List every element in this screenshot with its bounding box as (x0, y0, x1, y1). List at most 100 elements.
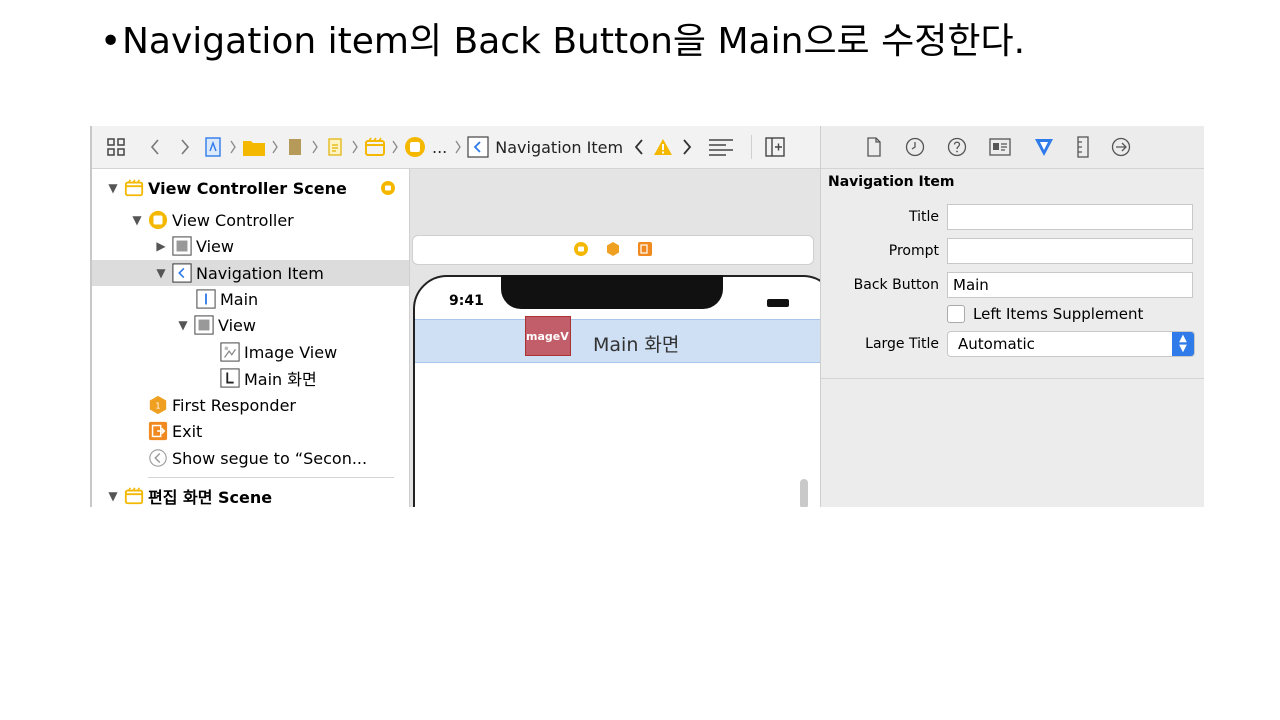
inspector-section-title: Navigation Item (828, 174, 955, 190)
forward-arrow-icon[interactable] (170, 126, 200, 168)
large-title-select[interactable]: Automatic ▲ ▼ (947, 331, 1195, 357)
project-file-icon[interactable] (200, 126, 226, 168)
outline-item-exit[interactable]: Exit (144, 418, 202, 444)
left-items-supplement-checkbox[interactable] (947, 305, 965, 323)
disclosure-triangle-expanded-icon[interactable]: ▼ (154, 266, 168, 280)
navigation-item-icon (172, 263, 192, 283)
outline-item-edit-screen-scene[interactable]: ▼ 편집 화면 Scene (106, 483, 272, 507)
first-responder-icon: 1 (148, 395, 168, 415)
outline-item-view[interactable]: ▼ View (176, 312, 256, 338)
document-outline: ▼ View Controller Scene ▼ View Controlle… (92, 169, 410, 507)
large-title-label: Large Title (865, 336, 939, 352)
outline-item-label: First Responder (172, 395, 296, 415)
add-editor-icon[interactable] (760, 126, 790, 168)
view-controller-icon[interactable] (402, 126, 428, 168)
related-items-icon[interactable] (92, 126, 140, 168)
view-icon (194, 315, 214, 335)
toolbar-separator (751, 135, 753, 159)
breadcrumb-chevron-icon (268, 126, 282, 168)
prompt-label: Prompt (888, 243, 939, 259)
prompt-field[interactable] (947, 238, 1193, 264)
image-view[interactable]: mageV (525, 316, 571, 356)
title-field[interactable] (947, 204, 1193, 230)
outline-item-navigation-item[interactable]: ▼ Navigation Item (92, 260, 409, 286)
outline-item-label: View Controller (172, 210, 294, 230)
slide-title-text: Navigation item의 Back Button을 Main으로 수정한… (122, 21, 1026, 62)
storyboard-file-icon[interactable] (322, 126, 348, 168)
quick-help-icon[interactable] (947, 137, 967, 157)
next-issue-icon[interactable] (675, 126, 699, 168)
scene-dock-status-icon (381, 180, 395, 199)
group-file-icon[interactable] (282, 126, 308, 168)
identity-inspector-icon[interactable] (989, 138, 1011, 156)
back-button-row: Back Button Main (821, 271, 1193, 299)
back-arrow-icon[interactable] (140, 126, 170, 168)
bar-button-item-icon (196, 289, 216, 309)
status-bar-time: 9:41 (449, 293, 484, 309)
size-inspector-icon[interactable] (1077, 136, 1089, 158)
outline-item-label: Main (220, 289, 259, 309)
title-row: Title (821, 203, 1193, 231)
outline-item-main-bar-button[interactable]: Main (192, 286, 258, 312)
outline-item-view-controller-scene[interactable]: ▼ View Controller Scene (106, 175, 347, 201)
canvas-scrollbar[interactable] (800, 479, 808, 507)
scene-icon (124, 178, 144, 198)
outline-item-label: View (218, 315, 256, 335)
label-icon (220, 368, 240, 388)
jump-bar: ... Navigation Item (92, 126, 820, 169)
outline-item-image-view[interactable]: Image View (216, 339, 337, 365)
inspector-divider (821, 378, 1204, 379)
outline-item-label: Image View (244, 342, 338, 362)
disclosure-triangle-expanded-icon[interactable]: ▼ (106, 181, 120, 195)
view-icon (172, 236, 192, 256)
navigation-bar[interactable]: mageV Main 화면 (415, 316, 835, 363)
outline-item-label: Exit (172, 421, 203, 441)
disclosure-triangle-collapsed-icon[interactable]: ▶ (154, 239, 168, 253)
battery-icon (767, 299, 789, 307)
breadcrumb-chevron-icon (451, 126, 465, 168)
connections-inspector-icon[interactable] (1111, 137, 1131, 157)
inspector-tabs (821, 126, 1204, 169)
back-button-field[interactable]: Main (947, 272, 1193, 298)
outline-item-label: Navigation Item (196, 263, 324, 283)
breadcrumb-current-item[interactable]: Navigation Item (491, 138, 627, 157)
warning-icon[interactable] (651, 126, 675, 168)
iphone-frame: 9:41 mageV Main 화면 (413, 275, 837, 507)
disclosure-triangle-expanded-icon[interactable]: ▼ (176, 318, 190, 332)
left-items-supplement-label[interactable]: Left Items Supplement (973, 305, 1143, 323)
first-responder-dock-icon[interactable] (606, 241, 620, 260)
back-button-label: Back Button (853, 277, 939, 293)
outline-item-show-segue[interactable]: Show segue to “Secon... (144, 445, 367, 471)
outline-item-label-main-screen[interactable]: Main 화면 (216, 365, 317, 391)
disclosure-triangle-expanded-icon[interactable]: ▼ (106, 489, 120, 503)
slide-title: •Navigation item의 Back Button을 Main으로 수정… (100, 18, 1025, 66)
exit-dock-icon[interactable] (638, 241, 652, 260)
storyboard-canvas[interactable]: 9:41 mageV Main 화면 (410, 169, 837, 507)
svg-text:1: 1 (155, 401, 160, 411)
history-inspector-icon[interactable] (905, 137, 925, 157)
title-label: Title (908, 209, 939, 225)
scene-dock (412, 235, 814, 265)
attributes-inspector-icon[interactable] (1033, 136, 1055, 158)
breadcrumb-ellipsis[interactable]: ... (428, 138, 451, 157)
exit-icon (148, 421, 168, 441)
outline-item-view[interactable]: ▶ View (154, 233, 234, 259)
outline-item-label: Show segue to “Secon... (172, 448, 368, 468)
editor-options-icon[interactable] (699, 126, 743, 168)
breadcrumb-chevron-icon (348, 126, 362, 168)
outline-item-view-controller[interactable]: ▼ View Controller (130, 207, 294, 233)
folder-icon[interactable] (240, 126, 268, 168)
file-inspector-icon[interactable] (865, 137, 883, 157)
phone-notch (501, 275, 723, 309)
outline-item-first-responder[interactable]: 1 First Responder (144, 392, 296, 418)
previous-issue-icon[interactable] (627, 126, 651, 168)
stepper-arrows-icon: ▲ ▼ (1172, 332, 1194, 356)
view-controller-dock-icon[interactable] (574, 241, 588, 260)
outline-item-label: 편집 화면 Scene (148, 488, 273, 507)
navigation-title-label[interactable]: Main 화면 (593, 330, 679, 357)
scene-icon[interactable] (362, 126, 388, 168)
left-items-supplement-row: Left Items Supplement (947, 300, 1143, 328)
outline-item-label: View Controller Scene (148, 178, 347, 198)
navigation-item-icon[interactable] (465, 126, 491, 168)
disclosure-triangle-expanded-icon[interactable]: ▼ (130, 213, 144, 227)
